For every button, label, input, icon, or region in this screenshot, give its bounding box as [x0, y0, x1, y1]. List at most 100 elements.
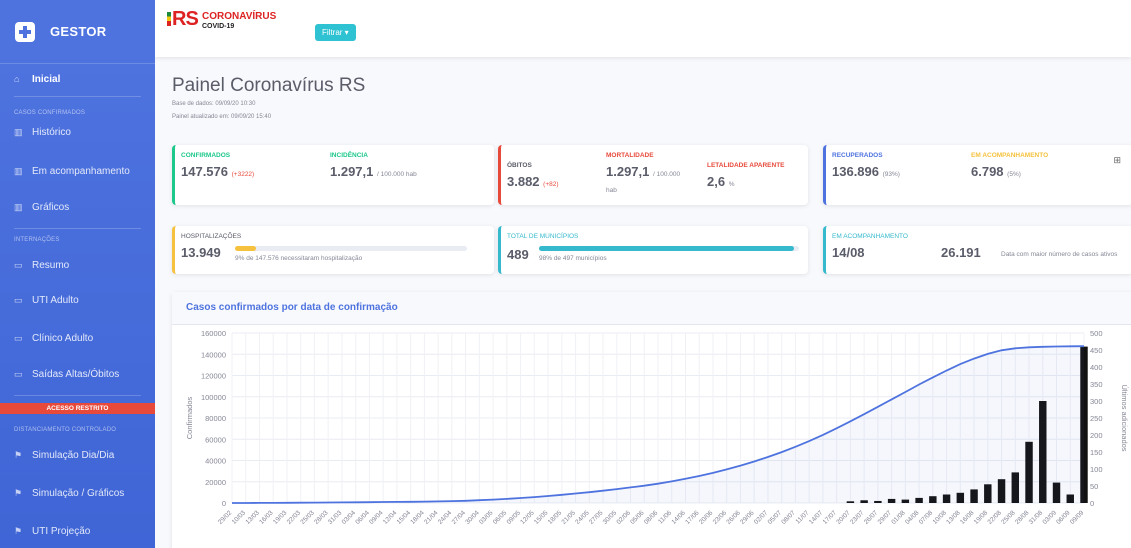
card-value: 147.576 (+3222)	[181, 164, 254, 179]
x-tick-label: 08/07	[780, 509, 797, 526]
sidebar-item-historico[interactable]: ▥ Histórico	[0, 123, 155, 141]
x-tick-label: 21/04	[423, 509, 440, 526]
card-obitos: ÓBITOS 3.882 (+82) MORTALIDADE 1.297,1 /…	[498, 145, 808, 205]
x-tick-label: 10/03	[231, 509, 248, 526]
x-tick-label: 18/05	[547, 509, 564, 526]
x-tick-label: 12/04	[382, 509, 399, 526]
y2-tick-label: 300	[1090, 397, 1103, 406]
x-tick-label: 07/08	[918, 509, 935, 526]
sidebar-item-simulacao-dia[interactable]: ⚑ Simulação Dia/Dia	[0, 446, 155, 464]
confirmed-cases-chart[interactable]: 0 20000 40000 60000 80000 100000 120000 140000 1…	[172, 325, 1131, 548]
x-tick-label: 27/05	[588, 509, 605, 526]
topbar: RS CORONAVÍRUS COVID-19 Filtrar ▾	[155, 0, 1131, 57]
x-tick-label: 29/02	[217, 509, 234, 526]
hosp-note: 9% de 147.576 necessitaram hospitalizaçã…	[235, 255, 363, 262]
sidebar-item-label: Histórico	[32, 126, 71, 138]
emacomp-pct: (5%)	[1007, 171, 1021, 178]
brand[interactable]: GESTOR	[0, 0, 155, 64]
x-tick-label: 09/09	[1069, 509, 1086, 526]
bed-icon: ▭	[14, 332, 23, 343]
brand-label: GESTOR	[50, 24, 107, 39]
y2-tick-label: 350	[1090, 380, 1103, 389]
sidebar-heading-distanciamento: DISTANCIAMENTO CONTROLADO	[14, 427, 117, 433]
sidebar-item-em-acompanhamento[interactable]: ▥ Em acompanhamento	[0, 162, 155, 180]
x-tick-label: 22/08	[987, 509, 1004, 526]
card-label: EM ACOMPANHAMENTO	[971, 152, 1049, 159]
sidebar-item-label: Gráficos	[32, 201, 70, 213]
x-tick-label: 02/06	[615, 509, 632, 526]
sidebar-item-graficos[interactable]: ▥ Gráficos	[0, 198, 155, 216]
y-tick-label: 0	[222, 499, 226, 508]
medical-cross-icon	[15, 21, 35, 42]
x-tick-label: 15/04	[396, 509, 413, 526]
sidebar-item-simulacao-graficos[interactable]: ⚑ Simulação / Gráficos	[0, 484, 155, 502]
x-tick-label: 01/08	[890, 509, 907, 526]
x-tick-label: 24/05	[574, 509, 591, 526]
sidebar-item-clinico-adulto[interactable]: ▭ Clínico Adulto	[0, 329, 155, 347]
x-tick-label: 25/03	[299, 509, 316, 526]
letalidade-unit: %	[728, 181, 735, 188]
emacomp-value: 6.798	[971, 164, 1004, 179]
mortalidade-unit2: hab	[606, 187, 617, 194]
sidebar-heading-casos: CASOS CONFIRMADOS	[14, 110, 86, 116]
sidebar-item-resumo[interactable]: ▭ Resumo	[0, 256, 155, 274]
x-tick-label: 05/07	[767, 509, 784, 526]
obitos-delta: (+82)	[543, 181, 559, 188]
x-tick-label: 11/06	[657, 509, 673, 525]
sidebar-item-inicial[interactable]: ⌂ Inicial	[0, 70, 155, 88]
y-tick-label: 120000	[201, 372, 226, 381]
sidebar-item-saidas[interactable]: ▭ Saídas Altas/Óbitos	[0, 365, 155, 383]
x-tick-label: 23/07	[849, 509, 866, 526]
sidebar-item-uti-adulto[interactable]: ▭ UTI Adulto	[0, 291, 155, 309]
table-icon[interactable]: ⊞	[1113, 155, 1121, 166]
x-tick-label: 31/08	[1028, 509, 1045, 526]
updated-date: Painel atualizado em: 09/09/20 15:40	[172, 114, 272, 120]
sidebar-heading-internacoes: INTERNAÇÕES	[14, 237, 60, 243]
x-tick-label: 06/04	[354, 509, 371, 526]
x-tick-label: 24/04	[437, 509, 454, 526]
rs-flag-icon	[167, 12, 171, 26]
card-value: 3.882 (+82)	[507, 174, 559, 189]
sidebar-item-label: UTI Projeção	[32, 525, 91, 537]
card-label: EM ACOMPANHAMENTO	[832, 233, 908, 240]
card-value: 6.798 (5%)	[971, 164, 1021, 179]
bed-icon: ▭	[14, 368, 23, 379]
y2-tick-label: 0	[1090, 499, 1094, 508]
x-tick-label: 13/08	[945, 509, 962, 526]
chart-icon: ▥	[14, 126, 23, 137]
hosp-progress-fill	[235, 246, 256, 251]
x-tick-label: 20/06	[698, 509, 715, 526]
x-tick-label: 14/06	[670, 509, 687, 526]
x-tick-label: 02/07	[753, 509, 770, 526]
y-tick-label: 160000	[201, 329, 226, 338]
incidencia-unit: / 100.000 hab	[377, 171, 417, 178]
restricted-access-banner: ACESSO RESTRITO	[0, 403, 155, 414]
sidebar-item-label: Resumo	[32, 259, 70, 271]
hosp-progress-track	[235, 246, 467, 251]
mortalidade-value: 1.297,1	[606, 164, 650, 179]
y-tick-label: 80000	[205, 414, 226, 423]
y2-tick-label: 250	[1090, 414, 1103, 423]
flag-icon: ⚑	[14, 525, 23, 536]
x-tick-label: 06/05	[492, 509, 509, 526]
x-tick-label: 16/03	[258, 509, 275, 526]
rs-logo: RS	[167, 8, 199, 35]
filter-button[interactable]: Filtrar ▾	[315, 24, 356, 41]
page-title: Painel Coronavírus RS	[172, 75, 366, 96]
x-tick-label: 26/07	[863, 509, 880, 526]
y-tick-label: 40000	[205, 457, 226, 466]
recuperados-value: 136.896	[832, 164, 879, 179]
x-tick-label: 03/09	[1041, 509, 1058, 526]
x-tick-label: 27/04	[451, 509, 468, 526]
x-tick-label: 18/04	[409, 509, 426, 526]
sidebar-item-label: Simulação Dia/Dia	[32, 449, 115, 461]
chart-icon: ▥	[14, 201, 23, 212]
x-tick-label: 13/03	[244, 509, 261, 526]
data-base-date: Base de dados: 09/09/20 10:30	[172, 101, 256, 107]
x-tick-label: 19/08	[973, 509, 990, 526]
card-label: INCIDÊNCIA	[330, 152, 368, 159]
card-confirmados: CONFIRMADOS 147.576 (+3222) INCIDÊNCIA 1…	[172, 145, 494, 205]
x-tick-label: 14/07	[808, 509, 825, 526]
x-tick-label: 10/08	[932, 509, 949, 526]
sidebar-item-uti-projecao[interactable]: ⚑ UTI Projeção	[0, 522, 155, 540]
